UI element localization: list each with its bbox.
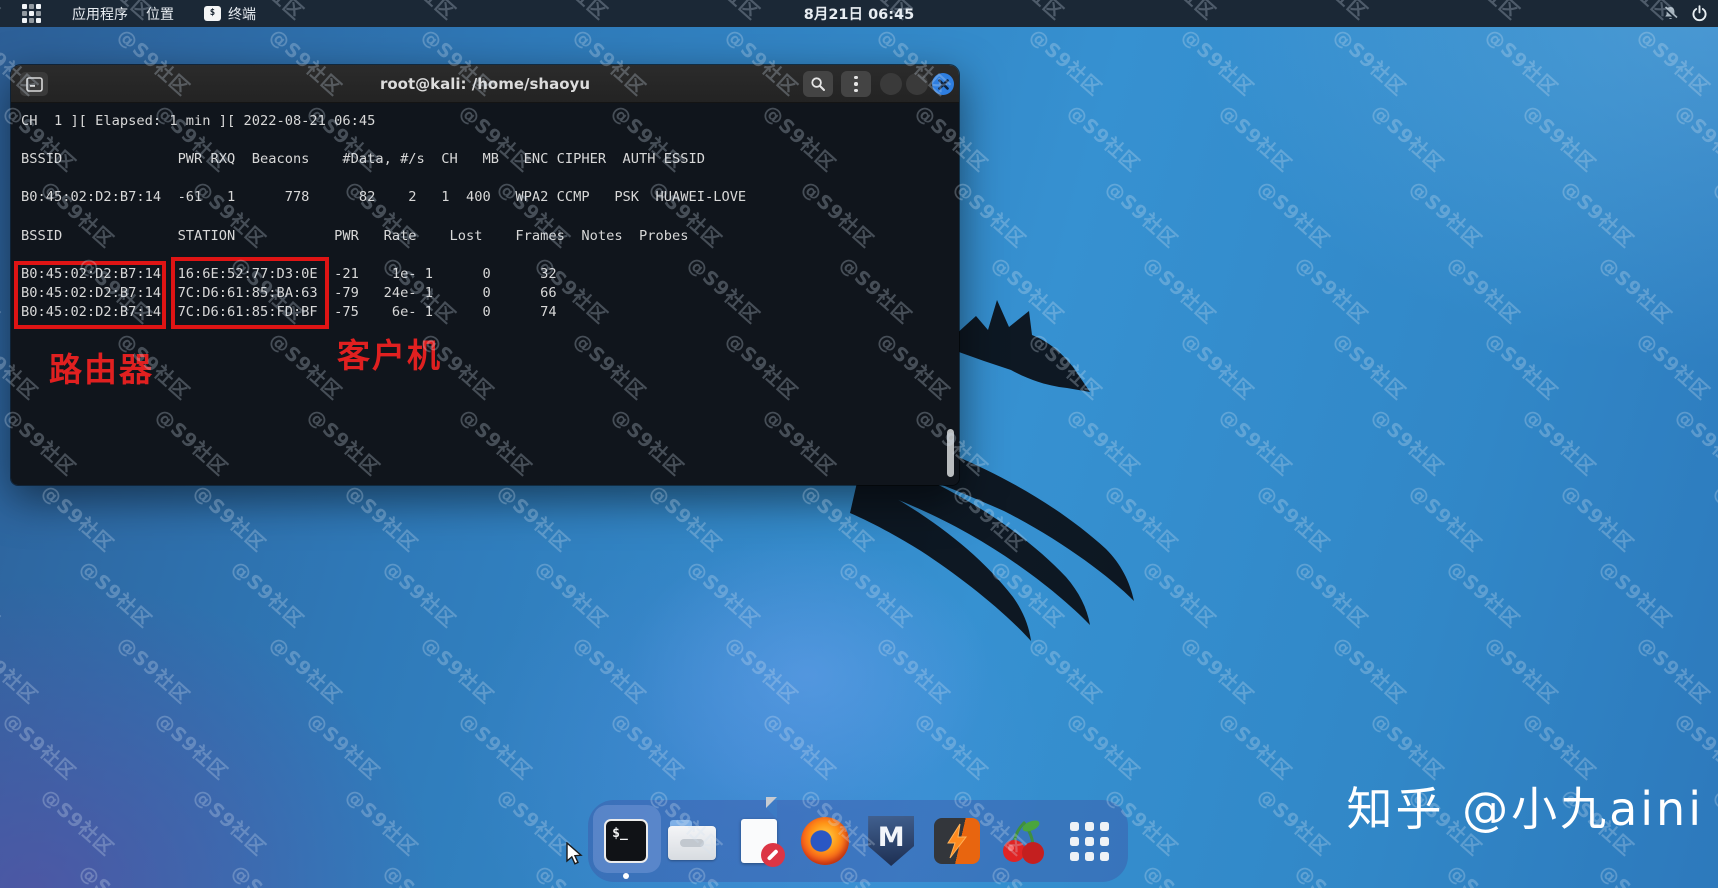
dock-item-firefox[interactable] xyxy=(797,806,853,876)
file-manager-icon xyxy=(668,820,717,862)
taskbar-item-terminal[interactable]: $ 终端 xyxy=(198,0,262,27)
top-bar: 应用程序 位置 $ 终端 8月21日 06:45 xyxy=(0,0,1718,27)
lightning-bolt-icon xyxy=(947,823,968,859)
cherrytree-icon xyxy=(1000,817,1048,865)
terminal-app-icon-button[interactable] xyxy=(20,72,48,96)
places-label: 位置 xyxy=(146,6,174,23)
dock-item-text-editor[interactable] xyxy=(731,797,787,876)
menu-applications[interactable]: 应用程序 xyxy=(66,0,134,27)
terminal-task-icon: $ xyxy=(204,6,221,21)
dock-item-terminal[interactable]: $_ xyxy=(593,805,661,879)
close-icon xyxy=(937,78,949,90)
clock[interactable]: 8月21日 06:45 xyxy=(804,0,914,27)
activities-grid-icon[interactable] xyxy=(16,0,47,27)
dock-item-burpsuite[interactable] xyxy=(929,806,985,876)
credit-watermark: 知乎 @小九aini xyxy=(1346,782,1704,836)
text-editor-icon xyxy=(740,797,785,867)
notifications-muted-icon[interactable] xyxy=(1662,5,1679,22)
hamburger-menu-button[interactable] xyxy=(841,71,871,97)
metasploit-icon: M xyxy=(868,816,915,866)
dock-item-app-grid[interactable] xyxy=(1062,806,1118,876)
search-button[interactable] xyxy=(803,71,833,97)
running-indicator-dot xyxy=(623,873,630,879)
desktop: 应用程序 位置 $ 终端 8月21日 06:45 root@kali: /hom… xyxy=(0,0,1718,888)
terminal-output-area[interactable]: CH 1 ][ Elapsed: 1 min ][ 2022-08-21 06:… xyxy=(11,103,959,485)
client-annotation: 客户机 xyxy=(337,336,442,375)
terminal-titlebar[interactable]: root@kali: /home/shaoyu xyxy=(11,65,959,103)
airodump-output: CH 1 ][ Elapsed: 1 min ][ 2022-08-21 06:… xyxy=(21,113,747,320)
dock-item-metasploit[interactable]: M xyxy=(863,806,919,876)
terminal-icon: $_ xyxy=(604,819,649,863)
search-icon xyxy=(811,77,825,91)
router-annotation: 路由器 xyxy=(49,350,154,389)
mini-terminal-icon xyxy=(25,76,43,92)
pencil-badge-icon xyxy=(760,843,785,867)
kebab-menu-icon xyxy=(854,75,858,93)
minimize-button[interactable] xyxy=(880,73,902,95)
terminal-window: root@kali: /home/shaoyu CH 1 ][ Elapsed:… xyxy=(10,64,960,486)
scrollbar-thumb[interactable] xyxy=(947,429,954,477)
close-button[interactable] xyxy=(932,73,954,95)
terminal-task-label: 终端 xyxy=(228,6,256,23)
dock-item-cherrytree[interactable] xyxy=(996,806,1052,876)
dock-item-files[interactable] xyxy=(664,806,720,876)
maximize-button[interactable] xyxy=(906,73,928,95)
dock: $_ M xyxy=(588,797,1128,882)
burpsuite-icon xyxy=(934,818,981,864)
grid-icon xyxy=(22,4,41,23)
power-icon[interactable] xyxy=(1691,5,1708,22)
show-applications-icon xyxy=(1070,821,1110,861)
applications-label: 应用程序 xyxy=(72,6,128,23)
menu-places[interactable]: 位置 xyxy=(140,0,180,27)
firefox-icon xyxy=(800,817,849,865)
